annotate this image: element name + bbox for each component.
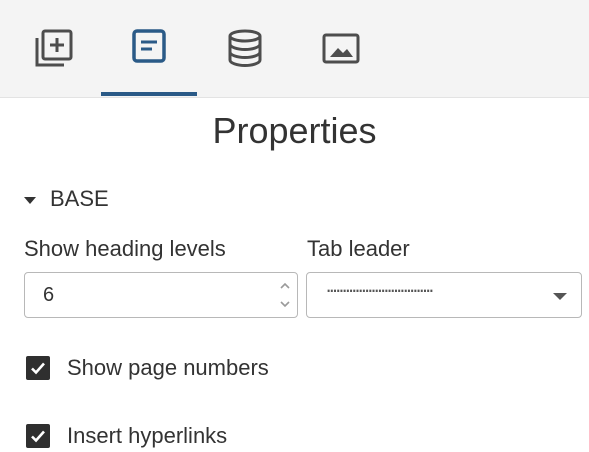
database-icon [228, 29, 262, 68]
insert-hyperlinks-label: Insert hyperlinks [67, 423, 228, 448]
insert-hyperlinks-checkbox[interactable] [26, 424, 50, 448]
show-page-numbers-option[interactable]: Show page numbers [26, 355, 269, 381]
tab-data[interactable] [197, 0, 293, 96]
number-spinner-icon[interactable] [277, 277, 293, 313]
properties-panel: Properties BASE Show heading levels Tab … [0, 0, 589, 452]
insert-hyperlinks-option[interactable]: Insert hyperlinks [26, 423, 227, 449]
tab-leader-label: Tab leader [307, 236, 410, 261]
heading-levels-value: 6 [43, 284, 55, 306]
add-layer-icon [35, 29, 73, 67]
image-icon [322, 33, 360, 64]
properties-form-icon [132, 29, 166, 63]
caret-down-icon [24, 196, 36, 204]
checkmark-icon [31, 430, 45, 443]
heading-levels-input[interactable]: 6 [24, 272, 298, 318]
section-base-label: BASE [50, 186, 109, 211]
tab-leader-value: …………………………… [327, 277, 433, 296]
section-base-header[interactable]: BASE [24, 186, 109, 212]
tab-image[interactable] [293, 0, 389, 96]
show-page-numbers-checkbox[interactable] [26, 356, 50, 380]
show-page-numbers-label: Show page numbers [67, 355, 269, 380]
tab-leader-select[interactable]: …………………………… [306, 272, 582, 318]
tab-add-layer[interactable] [6, 0, 102, 96]
tab-properties[interactable] [101, 0, 197, 96]
panel-title: Properties [212, 110, 377, 151]
checkmark-icon [31, 362, 45, 375]
panel-tab-bar [0, 0, 589, 98]
heading-levels-label: Show heading levels [24, 236, 226, 261]
dropdown-arrow-icon [553, 293, 567, 300]
